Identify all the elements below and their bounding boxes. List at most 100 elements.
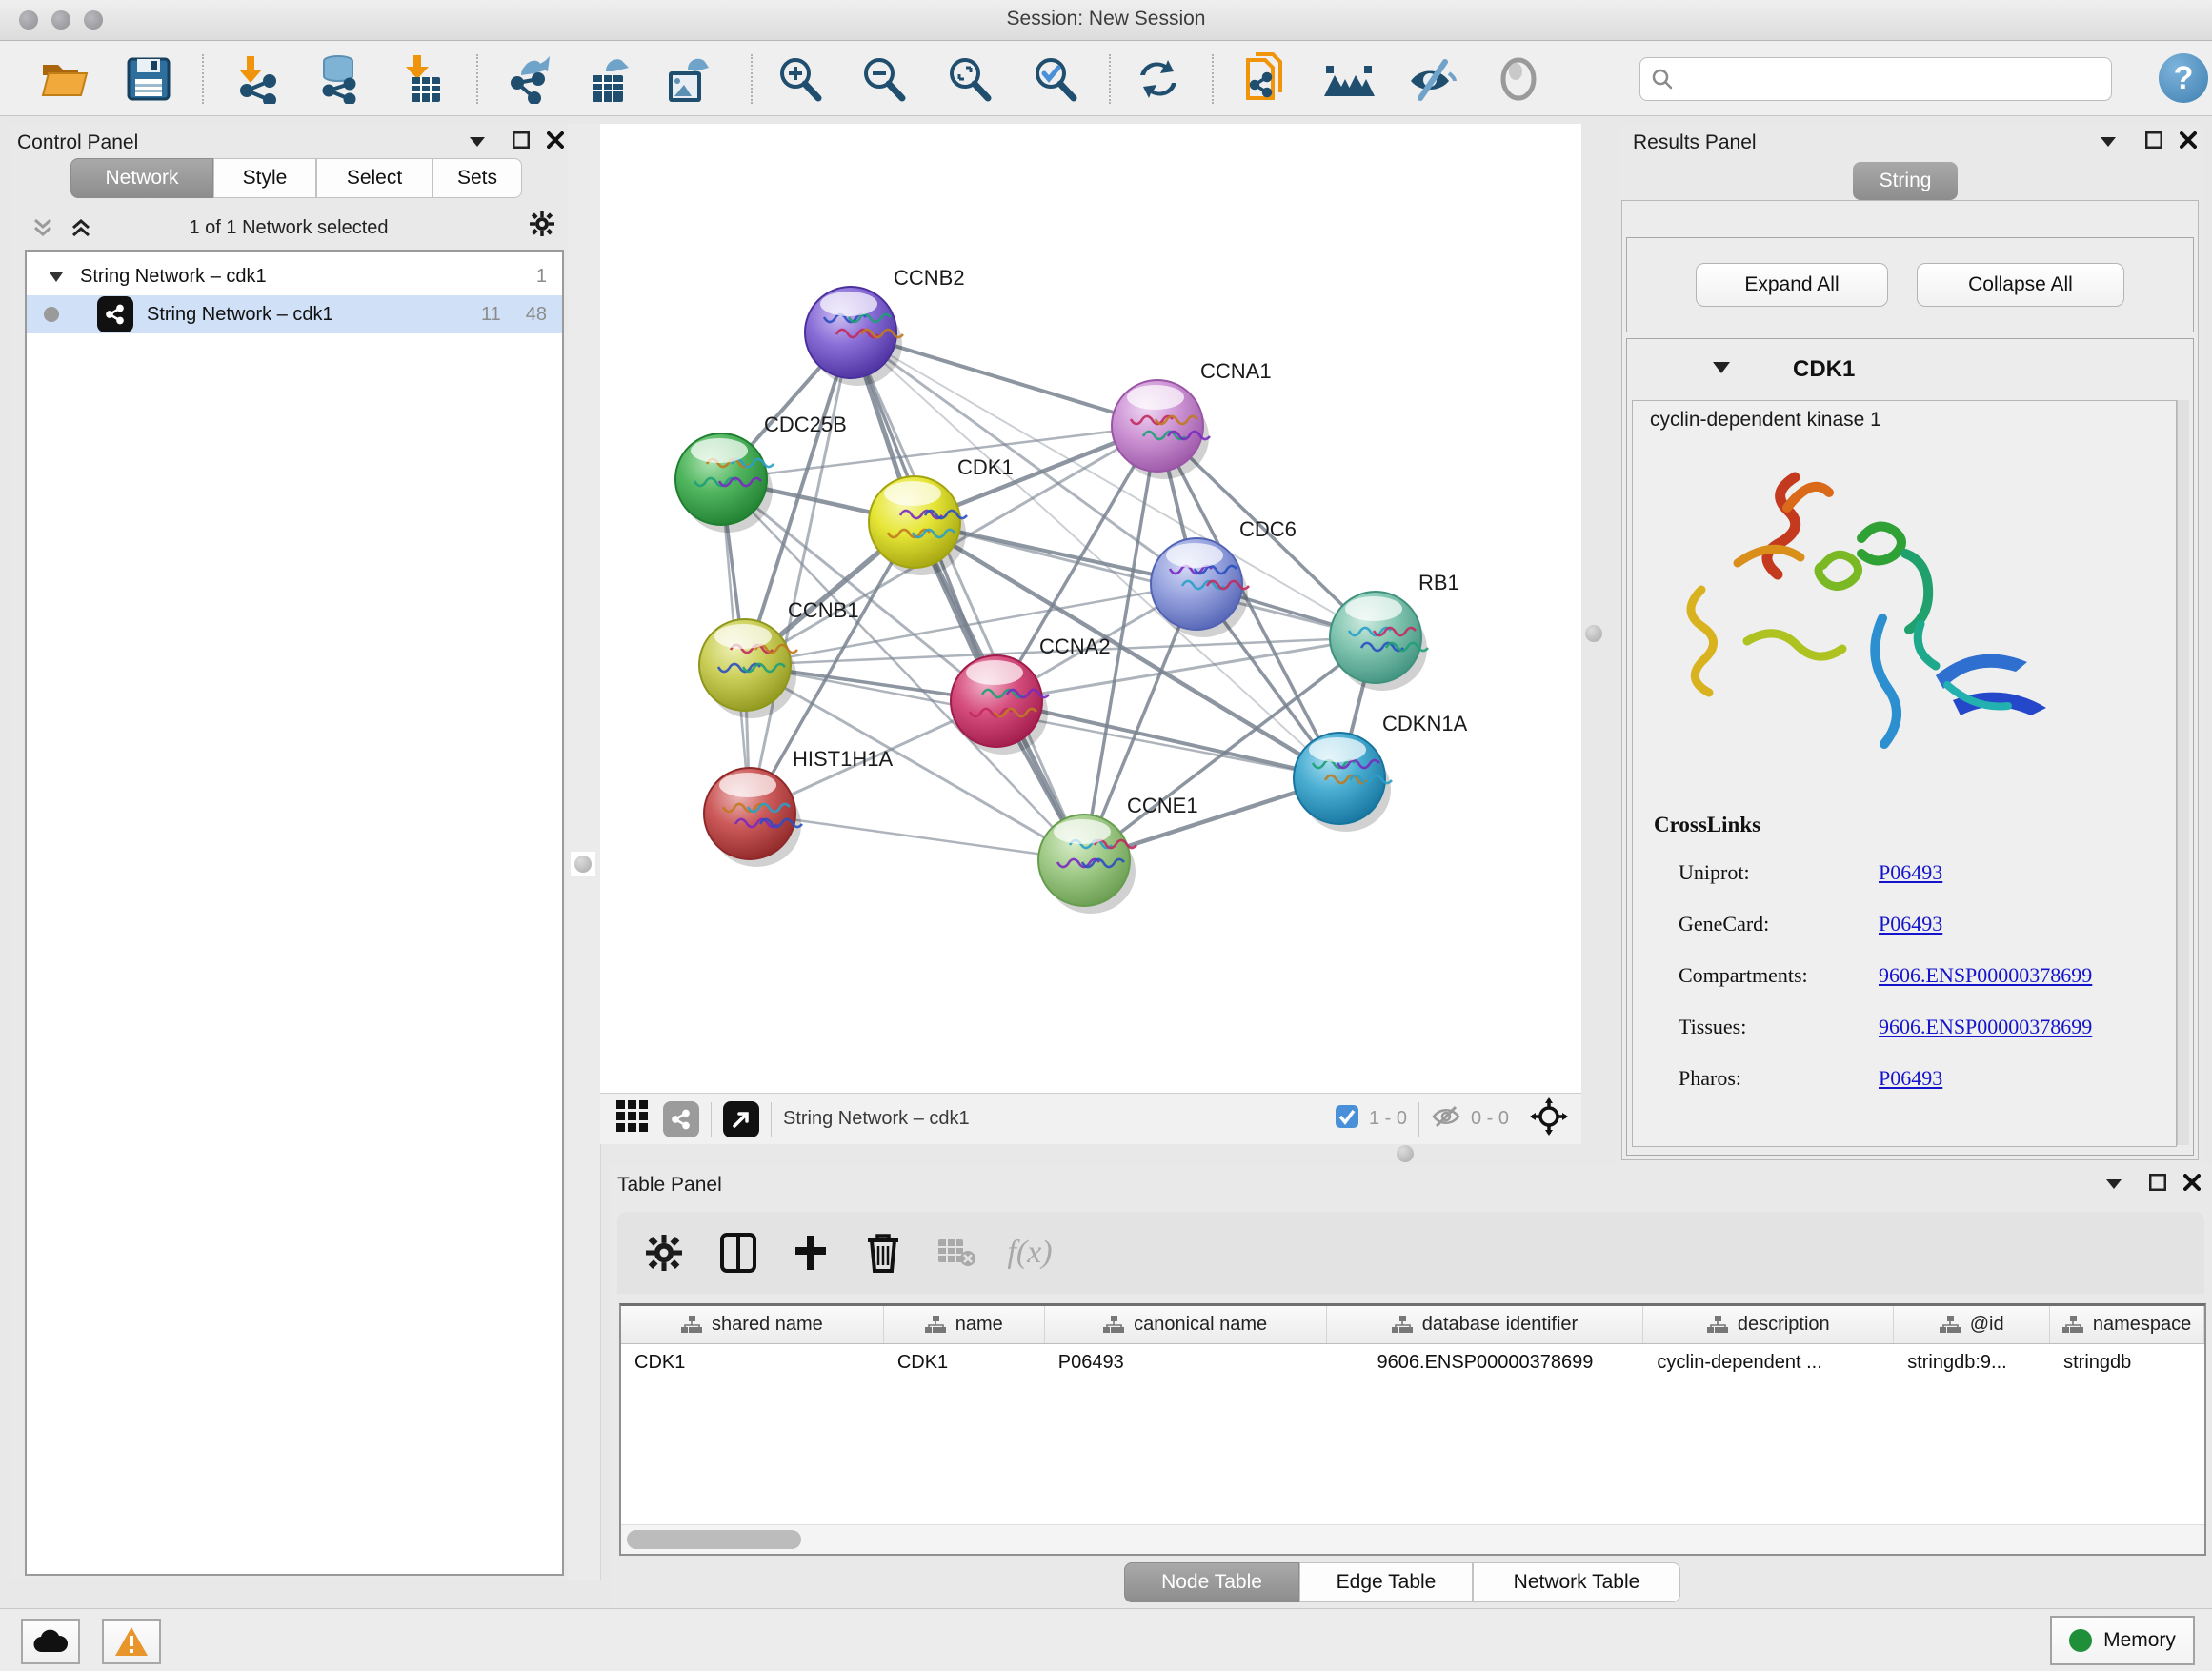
network-row-selected[interactable]: String Network – cdk1 11 48 [27, 295, 562, 333]
export-image-icon[interactable] [661, 52, 714, 106]
tab-sets[interactable]: Sets [432, 158, 522, 198]
toolbar-separator [476, 54, 478, 104]
network-node-CDKN1A[interactable]: CDKN1A [1294, 712, 1468, 832]
open-in-window-icon[interactable] [723, 1101, 759, 1137]
network-node-CCNA1[interactable]: CCNA1 [1112, 359, 1272, 479]
refresh-icon[interactable] [1132, 52, 1185, 106]
tab-node-table[interactable]: Node Table [1124, 1562, 1299, 1602]
splitter-handle[interactable] [571, 852, 595, 876]
splitter-handle[interactable] [1397, 1145, 1414, 1162]
tab-network-table[interactable]: Network Table [1473, 1562, 1680, 1602]
table-hscrollbar-thumb[interactable] [627, 1530, 801, 1549]
zoom-selected-icon[interactable] [1029, 52, 1082, 106]
panel-collapse-icon[interactable] [2096, 130, 2121, 154]
crosslink-pharos-link[interactable]: P06493 [1879, 1066, 1942, 1091]
delete-table-icon[interactable] [932, 1227, 983, 1278]
network-collection-row[interactable]: String Network – cdk1 1 [27, 257, 562, 295]
help-icon[interactable]: ? [2159, 53, 2208, 103]
table-settings-gear-icon[interactable] [638, 1227, 690, 1278]
table-hscrollbar[interactable] [621, 1524, 2204, 1554]
network-graph[interactable]: CCNB2CCNA1CDC25BCDK1CDC6RB1CCNB1CCNA2CDK… [600, 124, 1581, 1093]
grid-view-icon[interactable] [615, 1099, 650, 1138]
table-cell[interactable]: P06493 [1045, 1344, 1327, 1380]
panel-close-icon[interactable] [2176, 128, 2201, 152]
panel-float-icon[interactable] [2142, 128, 2166, 152]
show-columns-icon[interactable] [713, 1227, 764, 1278]
function-builder-icon[interactable]: f(x) [1004, 1227, 1056, 1278]
panel-close-icon[interactable] [543, 128, 568, 152]
network-edge-CDK1-RB1[interactable] [915, 522, 1376, 637]
tab-string[interactable]: String [1853, 162, 1958, 200]
show-all-icon[interactable] [1492, 52, 1545, 106]
panel-float-icon[interactable] [2145, 1170, 2170, 1195]
network-node-CCNB2[interactable]: CCNB2 [805, 266, 965, 386]
panel-collapse-icon[interactable] [2101, 1172, 2126, 1197]
delete-column-icon[interactable] [857, 1227, 909, 1278]
export-network-icon[interactable] [504, 52, 557, 106]
network-node-RB1[interactable]: RB1 [1330, 571, 1459, 691]
network-options-gear-icon[interactable] [530, 211, 554, 236]
panel-collapse-icon[interactable] [465, 130, 490, 154]
network-node-CDK1[interactable]: CDK1 [869, 455, 1014, 575]
column-header-name[interactable]: name [884, 1306, 1045, 1343]
fit-selected-crosshair-icon[interactable] [1530, 1097, 1568, 1140]
birds-eye-share-icon[interactable] [663, 1101, 699, 1137]
save-session-icon[interactable] [122, 52, 175, 106]
splitter-handle[interactable] [1585, 625, 1602, 642]
collapse-all-button[interactable]: Collapse All [1917, 263, 2124, 307]
network-node-CDC6[interactable]: CDC6 [1151, 517, 1297, 637]
tab-style[interactable]: Style [213, 158, 316, 198]
table-cell[interactable]: CDK1 [621, 1344, 884, 1380]
first-neighbors-icon[interactable] [1322, 52, 1376, 106]
add-column-icon[interactable] [785, 1227, 836, 1278]
tab-network[interactable]: Network [70, 158, 213, 198]
column-header-canonical-name[interactable]: canonical name [1045, 1306, 1327, 1343]
export-table-icon[interactable] [583, 52, 636, 106]
network-node-HIST1H1A[interactable]: HIST1H1A [704, 747, 893, 867]
clone-network-icon[interactable] [1238, 52, 1292, 106]
table-cell[interactable]: stringdb:9... [1894, 1344, 2050, 1380]
zoom-out-icon[interactable] [857, 52, 911, 106]
open-session-icon[interactable] [38, 52, 91, 106]
import-network-database-icon[interactable] [312, 52, 365, 106]
crosslink-genecard-link[interactable]: P06493 [1879, 912, 1942, 936]
column-header-database-identifier[interactable]: database identifier [1327, 1306, 1644, 1343]
column-header-description[interactable]: description [1643, 1306, 1894, 1343]
table-row[interactable]: CDK1CDK1P064939606.ENSP00000378699cyclin… [621, 1344, 2204, 1380]
table-cell[interactable]: stringdb [2050, 1344, 2204, 1380]
network-canvas[interactable]: CCNB2CCNA1CDC25BCDK1CDC6RB1CCNB1CCNA2CDK… [600, 124, 1581, 1093]
table-cell[interactable]: CDK1 [884, 1344, 1045, 1380]
cloud-service-button[interactable] [21, 1619, 80, 1664]
table-cell[interactable]: cyclin-dependent ... [1643, 1344, 1894, 1380]
crosslink-uniprot-link[interactable]: P06493 [1879, 860, 1942, 885]
table-cell[interactable]: 9606.ENSP00000378699 [1327, 1344, 1644, 1380]
panel-close-icon[interactable] [2180, 1170, 2204, 1195]
gene-section-header[interactable]: CDK1 [1627, 339, 2193, 400]
column-header-namespace[interactable]: namespace [2050, 1306, 2204, 1343]
crosslink-tissues-link[interactable]: 9606.ENSP00000378699 [1879, 1015, 2092, 1039]
import-network-file-icon[interactable] [231, 52, 285, 106]
results-scrollbar[interactable] [2177, 400, 2189, 1145]
title-bar: Session: New Session [0, 0, 2212, 41]
zoom-fit-icon[interactable] [943, 52, 996, 106]
import-table-icon[interactable] [398, 52, 452, 106]
crosslink-compartments-link[interactable]: 9606.ENSP00000378699 [1879, 963, 2092, 988]
network-node-CCNB1[interactable]: CCNB1 [699, 598, 859, 718]
toolbar-separator [751, 54, 753, 104]
window-title: Session: New Session [0, 8, 2212, 30]
panel-float-icon[interactable] [509, 128, 533, 152]
section-expander-icon[interactable] [1713, 361, 1730, 378]
zoom-in-icon[interactable] [774, 52, 827, 106]
network-edge-CCNA2-CDKN1A[interactable] [996, 701, 1339, 778]
search-input[interactable] [1682, 68, 2101, 91]
tab-select[interactable]: Select [316, 158, 432, 198]
tree-expander-icon[interactable] [50, 266, 63, 288]
column-header-shared-name[interactable]: shared name [621, 1306, 884, 1343]
hide-selected-icon[interactable] [1406, 52, 1459, 106]
expand-all-button[interactable]: Expand All [1696, 263, 1888, 307]
network-edge-CCNB2-CCNE1[interactable] [851, 332, 1084, 860]
warnings-button[interactable] [102, 1619, 161, 1664]
tab-edge-table[interactable]: Edge Table [1299, 1562, 1473, 1602]
column-header--id[interactable]: @id [1894, 1306, 2050, 1343]
memory-button[interactable]: Memory [2050, 1616, 2195, 1665]
